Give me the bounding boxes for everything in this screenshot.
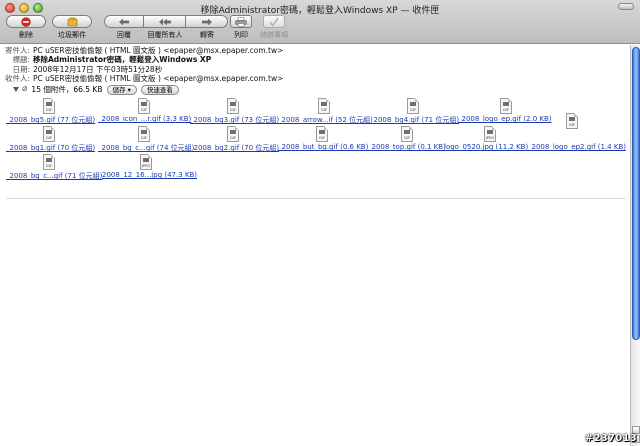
attachment-link[interactable]: _2008_bg1.gif (70 位元組): [6, 143, 95, 153]
message-headers: 寄件人: PC uSER密技偷偷報 ( HTML 圖文版 ) <epaper@m…: [0, 46, 630, 95]
checkmark-icon: [269, 17, 279, 27]
attachments-summary: 15 個附件，66.5 KB: [31, 84, 103, 94]
attachment-link[interactable]: _2008_bg_c...gif (74 位元組): [98, 143, 194, 153]
reply-all-button[interactable]: [144, 15, 186, 28]
attachment-link[interactable]: _2008_top.gif (0.1 KB): [368, 143, 446, 151]
gif-file-icon: GIF: [401, 126, 413, 142]
attachment-link[interactable]: logo_0520.jpg (11.2 KB): [444, 143, 528, 151]
attachment-row: GIF _2008_bg_c...gif (71 位元組) JPEG 2008_…: [6, 154, 626, 182]
print-label: 列印: [234, 31, 248, 39]
reply-segment: 回覆 回覆所有人 轉寄: [104, 15, 228, 40]
attachments-summary-row: ⌀ 15 個附件，66.5 KB 儲存 ▾ 快速查看: [0, 83, 630, 95]
print-button[interactable]: 列印: [230, 15, 252, 40]
date-value: 2008年12月17日 下午03時51分28秒: [33, 64, 163, 74]
scrollbar-thumb[interactable]: [632, 47, 640, 340]
from-row: 寄件人: PC uSER密技偷偷報 ( HTML 圖文版 ) <epaper@m…: [0, 46, 630, 55]
attachment-link[interactable]: _2008_bg2.gif (70 位元組): [190, 143, 279, 153]
attachment-link[interactable]: _2008_bg4.gif (71 位元組): [370, 115, 459, 125]
junk-button[interactable]: 垃圾郵件: [52, 15, 92, 40]
attachment-link[interactable]: _2008_icon_...r.gif (3.3 KB): [98, 115, 191, 123]
printer-icon: [235, 16, 247, 27]
attachment-link[interactable]: _2008_logo_ep2.gif (1.4 KB): [528, 143, 626, 151]
divider: [6, 198, 626, 199]
attachment-link[interactable]: _2008_bg_c...gif (71 位元組): [6, 171, 102, 181]
subject-label: 標題:: [12, 55, 30, 65]
vertical-scrollbar[interactable]: [630, 45, 640, 446]
gif-file-icon: GIF: [227, 126, 239, 142]
date-label: 日期:: [12, 64, 30, 74]
subject-value: 移除Administrator密碼，輕鬆登入Windows XP: [33, 55, 212, 65]
gif-file-icon: GIF: [227, 98, 239, 114]
subject-row: 標題: 移除Administrator密碼，輕鬆登入Windows XP: [0, 55, 630, 64]
attachment-link[interactable]: _2008_but_bg.gif (0.6 KB): [278, 143, 368, 151]
from-label: 寄件人:: [4, 46, 30, 55]
paperclip-icon: ⌀: [22, 83, 28, 94]
jpeg-file-icon: JPEG: [484, 126, 496, 142]
gif-file-icon: GIF: [138, 98, 150, 114]
quick-look-button[interactable]: 快速查看: [140, 84, 179, 95]
attachment-link[interactable]: _2008_bg3.gif (73 位元組): [190, 115, 279, 125]
double-arrow-left-icon: [158, 18, 171, 25]
todo-label: 待辦事項: [260, 31, 288, 39]
attachments-area: GIF _2008_bg5.gif (77 位元組) GIF _2008_ico…: [6, 98, 626, 182]
attachment-link[interactable]: 2008_12_16...jpg (47.3 KB): [102, 171, 197, 179]
forward-label: 轉寄: [200, 31, 214, 39]
jpeg-file-icon: JPEG: [140, 154, 152, 170]
toolbar-toggle-button[interactable]: [618, 3, 634, 10]
attachment-row: GIF _2008_bg1.gif (70 位元組) GIF _2008_bg_…: [6, 113, 626, 154]
watermark: #237013: [584, 433, 637, 444]
to-row: 收件人: PC uSER密技偷偷報 ( HTML 圖文版 ) <epaper@m…: [0, 74, 630, 83]
junk-bin-icon: [67, 17, 77, 26]
gif-file-icon: GIF: [43, 98, 55, 114]
delete-button[interactable]: 刪除: [6, 15, 46, 40]
gif-file-icon: GIF: [138, 126, 150, 142]
gif-file-icon: GIF: [566, 113, 578, 129]
gif-file-icon: GIF: [407, 98, 419, 114]
mail-window: 移除Administrator密碼，輕鬆登入Windows XP — 收件匣 刪…: [0, 0, 640, 446]
todo-button[interactable]: 待辦事項: [258, 15, 290, 40]
gif-file-icon: GIF: [500, 98, 512, 114]
forward-button[interactable]: [186, 15, 228, 28]
date-row: 日期: 2008年12月17日 下午03時51分28秒: [0, 65, 630, 74]
arrow-right-icon: [201, 18, 212, 25]
gif-file-icon: GIF: [318, 98, 330, 114]
save-attachments-button[interactable]: 儲存 ▾: [106, 84, 137, 95]
attachment-link[interactable]: _2008_arrow...if (52 位元組): [278, 115, 373, 125]
attachment-row: GIF _2008_bg5.gif (77 位元組) GIF _2008_ico…: [6, 98, 626, 126]
gif-file-icon: GIF: [316, 126, 328, 142]
arrow-left-icon: [119, 18, 129, 25]
gif-file-icon: GIF: [43, 126, 55, 142]
from-value[interactable]: PC uSER密技偷偷報 ( HTML 圖文版 ) <epaper@msx.ep…: [33, 46, 283, 55]
junk-label: 垃圾郵件: [58, 31, 86, 39]
reply-all-label: 回覆所有人: [147, 31, 183, 39]
attachment-link[interactable]: _2008_bg5.gif (77 位元組): [6, 115, 95, 125]
gif-file-icon: GIF: [43, 154, 55, 170]
window-chrome: 移除Administrator密碼，輕鬆登入Windows XP — 收件匣 刪…: [0, 0, 640, 44]
no-sign-icon: [21, 16, 31, 27]
to-label: 收件人:: [4, 74, 30, 84]
delete-label: 刪除: [19, 31, 33, 39]
reply-button[interactable]: [104, 15, 144, 28]
disclosure-triangle-icon[interactable]: [13, 87, 19, 93]
attachment-link[interactable]: _2008_logo_ep.gif (2.0 KB): [458, 115, 552, 123]
to-value[interactable]: PC uSER密技偷偷報 ( HTML 圖文版 ) <epaper@msx.ep…: [33, 74, 283, 83]
reply-label: 回覆: [117, 31, 131, 39]
toolbar: 刪除 垃圾郵件 回覆 回覆所有人 轉寄 列印 待辦事項: [0, 14, 640, 42]
